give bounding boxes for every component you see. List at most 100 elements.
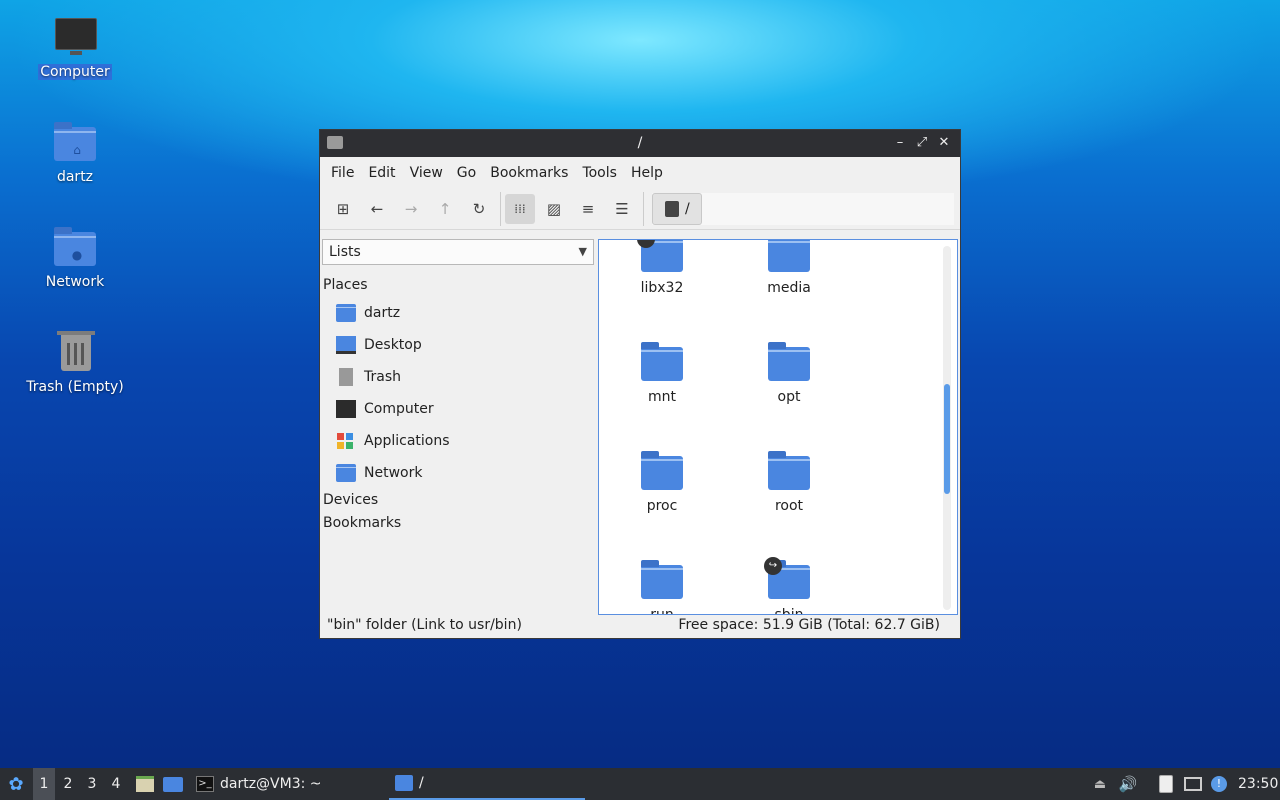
new-tab-icon: ⊞ [336, 200, 350, 218]
bookmarks-header[interactable]: Bookmarks [323, 515, 401, 531]
show-desktop-button[interactable] [162, 768, 184, 800]
folder-item[interactable]: proc [607, 451, 717, 514]
up-button[interactable]: ↑ [430, 194, 460, 224]
folder-icon [641, 451, 683, 490]
eject-icon: ⏏ [1093, 776, 1107, 792]
toolbar-separator [643, 192, 644, 226]
scrollbar-thumb[interactable] [944, 384, 950, 494]
folder-item[interactable]: media [734, 240, 844, 296]
place-item-network[interactable]: Network [336, 461, 422, 485]
folder-icon [641, 342, 683, 381]
desktop-icon-computer[interactable]: Computer [20, 16, 130, 80]
place-label: Trash [364, 369, 401, 385]
workspace-label: 1 [39, 776, 49, 792]
start-menu-button[interactable]: ✿ [4, 768, 28, 800]
folder-label: libx32 [640, 280, 684, 296]
place-item-trash[interactable]: Trash [336, 365, 401, 389]
desktop-icon-home[interactable]: ⌂ dartz [20, 121, 130, 185]
workspace-3[interactable]: 3 [81, 768, 103, 800]
thumbnail-view-button[interactable]: ▨ [539, 194, 569, 224]
taskbar: ✿ 1 2 3 4 >_ dartz@VM3: ~ / ⏏ 🔊 ! 23:50 [0, 768, 1280, 800]
icon-view-button[interactable]: ⁞⁞⁞ [505, 194, 535, 224]
grid-icon: ⁞⁞⁞ [514, 202, 526, 216]
file-manager-icon [136, 776, 154, 792]
task-file-manager[interactable]: / [389, 768, 585, 800]
task-terminal[interactable]: >_ dartz@VM3: ~ [190, 768, 386, 800]
updates-button[interactable]: ! [1208, 768, 1230, 800]
place-item-computer[interactable]: Computer [336, 397, 434, 421]
desktop-icon-network[interactable]: ● Network [20, 226, 130, 290]
reload-button[interactable]: ↻ [464, 194, 494, 224]
toolbar: ⊞ ← → ↑ ↻ ⁞⁞⁞ ▨ ≡ ☰ / [320, 189, 960, 230]
vertical-scrollbar[interactable] [943, 246, 951, 610]
menu-file[interactable]: File [324, 165, 361, 181]
desktop-icon [163, 776, 183, 792]
maximize-button[interactable]: ⤢ [912, 133, 932, 153]
file-manager-window: / – ⤢ ✕ File Edit View Go Bookmarks Tool… [319, 129, 961, 639]
workspace-4[interactable]: 4 [105, 768, 127, 800]
workspace-label: 4 [111, 776, 121, 792]
folder-item[interactable]: ↪ sbin [734, 557, 844, 614]
place-label: Network [364, 465, 423, 481]
trash-icon [339, 368, 353, 386]
folder-label: proc [646, 498, 678, 514]
network-status-button[interactable] [1182, 768, 1204, 800]
desktop-icon-trash[interactable]: Trash (Empty) [20, 331, 130, 395]
folder-item[interactable]: root [734, 451, 844, 514]
home-folder-icon: ⌂ [54, 122, 96, 161]
menu-view[interactable]: View [403, 165, 450, 181]
place-label: dartz [364, 305, 401, 321]
side-panel-mode-select[interactable]: Lists ▼ [322, 239, 594, 265]
compact-view-button[interactable]: ≡ [573, 194, 603, 224]
computer-icon [336, 400, 356, 418]
network-icon [1184, 777, 1202, 791]
window-title: / [637, 135, 643, 151]
place-item-applications[interactable]: Applications [336, 429, 450, 453]
folder-icon [768, 342, 810, 381]
menu-help[interactable]: Help [624, 165, 670, 181]
back-button[interactable]: ← [362, 194, 392, 224]
folder-item[interactable]: ↪ libx32 [607, 240, 717, 296]
clock-time: 23:50 [1238, 776, 1279, 792]
folder-item[interactable]: opt [734, 342, 844, 405]
status-bar: "bin" folder (Link to usr/bin) Free spac… [320, 614, 960, 638]
place-label: Applications [364, 433, 450, 449]
workspace-1[interactable]: 1 [33, 768, 55, 800]
eject-button[interactable]: ⏏ [1090, 768, 1110, 800]
trash-icon [57, 331, 95, 371]
app-menu-icon: ✿ [8, 773, 24, 795]
clipboard-icon [1159, 775, 1173, 793]
title-bar[interactable]: / – ⤢ ✕ [320, 130, 960, 157]
workspace-label: 3 [87, 776, 97, 792]
places-header[interactable]: Places [323, 277, 368, 293]
menu-go[interactable]: Go [450, 165, 483, 181]
updates-icon: ! [1211, 776, 1227, 792]
file-view[interactable]: ↪ libx32 media mnt opt proc root run ↪ [598, 239, 958, 615]
menu-tools[interactable]: Tools [575, 165, 624, 181]
workspace-2[interactable]: 2 [57, 768, 79, 800]
network-folder-icon [336, 464, 356, 482]
network-folder-icon: ● [54, 227, 96, 266]
link-badge-icon: ↪ [637, 240, 655, 248]
minimize-button[interactable]: – [890, 133, 910, 153]
menu-edit[interactable]: Edit [361, 165, 402, 181]
close-button[interactable]: ✕ [934, 133, 954, 153]
clock[interactable]: 23:50 [1238, 768, 1278, 800]
forward-button[interactable]: → [396, 194, 426, 224]
menu-bookmarks[interactable]: Bookmarks [483, 165, 575, 181]
devices-header[interactable]: Devices [323, 492, 378, 508]
chevron-down-icon: ▼ [578, 245, 587, 258]
desktop-icon [336, 336, 356, 354]
side-panel-mode-value: Lists [329, 244, 361, 260]
file-manager-launcher[interactable] [134, 768, 156, 800]
volume-button[interactable]: 🔊 [1117, 768, 1139, 800]
detail-view-button[interactable]: ☰ [607, 194, 637, 224]
clipboard-button[interactable] [1155, 768, 1177, 800]
place-item-home[interactable]: dartz [336, 301, 400, 325]
folder-item[interactable]: run [607, 560, 717, 614]
folder-item[interactable]: mnt [607, 342, 717, 405]
folder-label: media [767, 280, 811, 296]
new-tab-button[interactable]: ⊞ [328, 194, 358, 224]
place-item-desktop[interactable]: Desktop [336, 333, 422, 357]
path-button-root[interactable]: / [652, 193, 702, 225]
